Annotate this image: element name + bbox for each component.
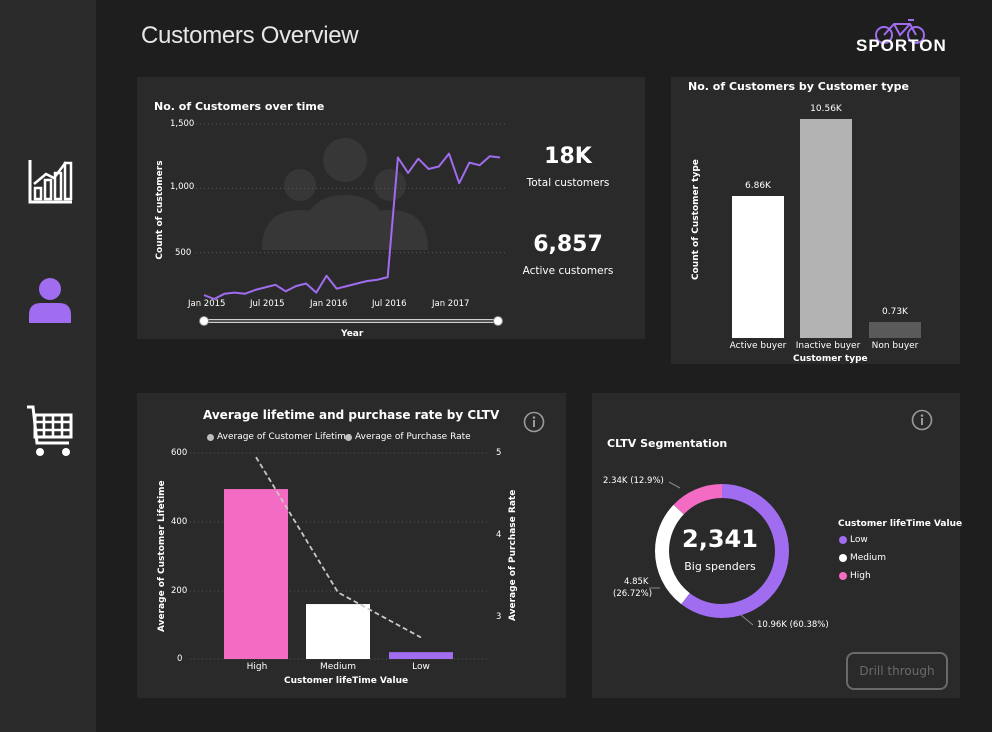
legend-dot xyxy=(839,536,847,544)
slice-leader-line xyxy=(668,481,681,489)
legend-dot xyxy=(839,572,847,580)
slice-label-low: 10.96K (60.38%) xyxy=(757,620,829,630)
legend-title: Customer lifeTime Value xyxy=(838,519,963,529)
legend-item-high: High xyxy=(839,571,871,581)
slice-leader-line xyxy=(740,614,754,626)
big-spenders-label: Big spenders xyxy=(684,560,756,573)
slice-label-high: 2.34K (12.9%) xyxy=(603,476,664,486)
legend-dot xyxy=(839,554,847,562)
legend-item-medium: Medium xyxy=(839,553,886,563)
drill-through-button[interactable]: Drill through xyxy=(846,652,948,690)
legend-label: High xyxy=(850,571,871,581)
big-spenders-value: 2,341 xyxy=(682,525,758,553)
legend-item-low: Low xyxy=(839,535,868,545)
slice-label-medium: 4.85K xyxy=(624,577,649,587)
legend-label: Low xyxy=(850,535,868,545)
cltv-donut-chart xyxy=(649,481,789,626)
legend-label: Medium xyxy=(850,553,886,563)
slice-label-medium-pct: (26.72%) xyxy=(613,589,653,599)
